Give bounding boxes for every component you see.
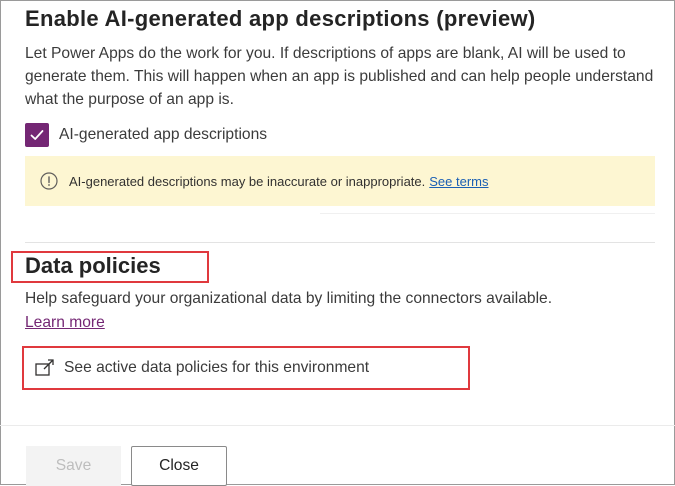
see-terms-link[interactable]: See terms	[429, 174, 488, 189]
ai-descriptions-text: Let Power Apps do the work for you. If d…	[25, 45, 654, 108]
ai-descriptions-heading: Enable AI-generated app descriptions (pr…	[25, 6, 536, 31]
ai-descriptions-checkbox-row[interactable]: AI-generated app descriptions	[25, 122, 267, 148]
see-active-data-policies-link[interactable]: See active data policies for this enviro…	[34, 356, 369, 380]
open-in-new-window-icon	[34, 358, 56, 378]
ai-notice-text: AI-generated descriptions may be inaccur…	[69, 173, 426, 189]
learn-more-link[interactable]: Learn more	[25, 314, 105, 332]
data-policies-text: Help safeguard your organizational data …	[25, 290, 553, 307]
section-divider	[25, 242, 655, 243]
data-policies-heading: Data policies	[25, 253, 161, 278]
see-active-data-policies-label: See active data policies for this enviro…	[64, 359, 370, 376]
ai-notice-banner: AI-generated descriptions may be inaccur…	[25, 156, 655, 206]
footer-divider	[0, 425, 675, 426]
ai-descriptions-checkbox-label: AI-generated app descriptions	[59, 126, 268, 143]
save-button[interactable]: Save	[26, 446, 121, 486]
info-icon	[39, 171, 59, 191]
close-button[interactable]: Close	[131, 446, 227, 486]
checkmark-icon	[30, 130, 44, 140]
ai-descriptions-checkbox[interactable]	[25, 123, 49, 147]
faint-divider	[320, 213, 655, 214]
